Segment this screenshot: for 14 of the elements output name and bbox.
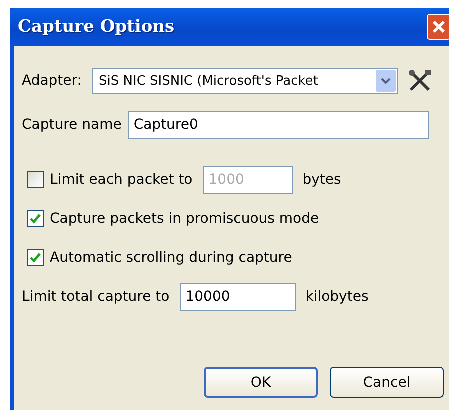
option-label: Capture packets in promiscuous mode (50, 210, 320, 226)
option-label: Automatic scrolling during capture (50, 250, 292, 266)
option-label: Limit each packet to (50, 172, 193, 188)
ok-button[interactable]: OK (204, 367, 318, 398)
unit-label: bytes (302, 172, 342, 188)
capture-name-field[interactable]: Capture0 (128, 111, 429, 139)
adapter-label: Adapter: (22, 73, 82, 89)
number-field[interactable]: 10000 (180, 282, 296, 310)
option-label: Limit total capture to (22, 288, 170, 304)
window-title: Capture Options (18, 17, 175, 37)
adapter-dropdown[interactable]: SiS NIC SISNIC (Microsoft's Packet (92, 68, 398, 94)
cancel-button[interactable]: Cancel (330, 367, 444, 398)
capture-name-label: Capture name (22, 117, 122, 133)
unit-label: kilobytes (306, 288, 369, 304)
